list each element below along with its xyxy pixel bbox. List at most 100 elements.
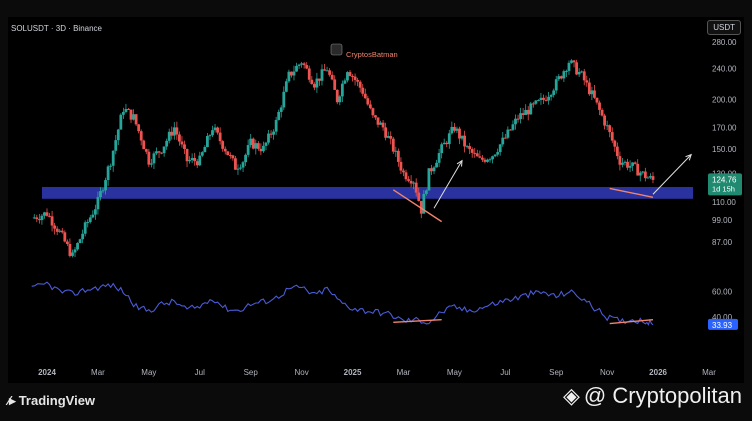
- candle-body: [114, 140, 118, 151]
- candle-body: [381, 122, 385, 128]
- candle-body: [514, 118, 517, 125]
- candle-body: [71, 252, 74, 256]
- tradingview-logo: ⁄▸ TradingView: [8, 393, 95, 409]
- candle-body: [506, 129, 510, 138]
- candle-body: [649, 176, 652, 178]
- candle-body: [40, 215, 44, 221]
- candle-body: [615, 146, 619, 157]
- candle-body: [218, 132, 222, 142]
- rsi-line: [31, 281, 654, 326]
- candle-body: [414, 182, 418, 193]
- candle-body: [109, 165, 113, 167]
- time-tick-label: Mar: [397, 368, 411, 377]
- candle-body: [618, 156, 622, 165]
- candle-body: [269, 133, 273, 135]
- price-tick-label: 87.00: [712, 238, 733, 247]
- candle-body: [134, 114, 138, 125]
- candle-body: [254, 143, 258, 149]
- candle-body: [409, 180, 413, 184]
- candle-body: [104, 180, 107, 191]
- time-tick-label: Jul: [195, 368, 205, 377]
- candle-body: [537, 100, 540, 102]
- candle-body: [544, 99, 548, 101]
- candle-body: [228, 155, 232, 157]
- support-band: [42, 186, 693, 199]
- candle-body: [340, 83, 344, 97]
- candle-body: [496, 152, 500, 155]
- candle-body: [335, 89, 339, 103]
- rsi-badge-value: 33.93: [712, 321, 733, 330]
- candle-body: [249, 138, 253, 146]
- candle-body: [65, 241, 69, 245]
- candle-body: [216, 127, 219, 133]
- candle-body: [613, 140, 617, 147]
- candle-body: [152, 153, 156, 164]
- time-tick-label: Mar: [702, 368, 716, 377]
- candle-body: [203, 147, 207, 153]
- candle-body: [183, 144, 186, 149]
- candle-body: [598, 102, 601, 110]
- candle-body: [137, 124, 141, 132]
- candle-body: [488, 159, 492, 161]
- candle-body: [287, 71, 291, 82]
- candle-body: [223, 148, 227, 152]
- candle-body: [221, 141, 225, 149]
- price-tick-label: 170.00: [712, 123, 737, 132]
- candle-body: [366, 98, 370, 105]
- candle-body: [139, 131, 143, 141]
- binance-icon: ◈: [563, 383, 580, 408]
- candle-body: [554, 79, 558, 91]
- candle-body: [142, 140, 146, 150]
- time-tick-label: Sep: [549, 368, 564, 377]
- candle-body: [256, 143, 260, 149]
- candle-body: [549, 94, 553, 97]
- candle-body: [267, 133, 270, 143]
- candle-body: [404, 172, 408, 180]
- candle-body: [402, 170, 405, 173]
- candle-body: [149, 163, 153, 165]
- candle-body: [407, 179, 410, 181]
- candle-body: [119, 114, 123, 130]
- candle-body: [162, 146, 166, 154]
- rsi-tick-label: 60.00: [712, 287, 733, 296]
- annotation-label: CryptosBatman: [346, 50, 398, 59]
- candle-body: [55, 228, 59, 232]
- price-chart[interactable]: 280.00240.00200.00170.00150.00130.00110.…: [0, 0, 752, 421]
- candle-body: [302, 63, 306, 66]
- candle-body: [486, 159, 489, 162]
- candle-body: [511, 124, 515, 130]
- time-tick-label: 2024: [38, 368, 56, 377]
- price-tick-label: 240.00: [712, 64, 737, 73]
- candle-body: [593, 90, 596, 98]
- candle-body: [231, 155, 235, 159]
- tradingview-brand: TradingView: [18, 393, 96, 408]
- candle-body: [188, 160, 191, 162]
- candle-body: [167, 131, 171, 141]
- candle-body: [524, 109, 528, 115]
- candle-body: [198, 155, 202, 166]
- candle-body: [63, 232, 67, 242]
- candle-body: [200, 152, 204, 156]
- candle-body: [330, 74, 334, 80]
- candle-body: [623, 161, 627, 163]
- candle-body: [76, 243, 79, 250]
- candle-body: [465, 146, 469, 148]
- candle-body: [458, 128, 461, 139]
- candle-body: [310, 79, 314, 85]
- candle-body: [307, 68, 311, 80]
- candle-body: [111, 150, 115, 166]
- candle-body: [575, 62, 578, 75]
- candle-body: [73, 249, 77, 253]
- avatar-icon: [330, 43, 343, 56]
- candle-body: [58, 230, 62, 232]
- candle-body: [295, 65, 298, 72]
- candle-body: [480, 157, 484, 160]
- candle-body: [121, 111, 125, 115]
- candle-body: [358, 81, 362, 88]
- candle-body: [440, 144, 444, 154]
- time-tick-label: 2026: [649, 368, 667, 377]
- candle-body: [435, 162, 438, 168]
- candle-body: [262, 145, 265, 152]
- candle-body: [452, 126, 456, 131]
- candle-body: [35, 217, 39, 220]
